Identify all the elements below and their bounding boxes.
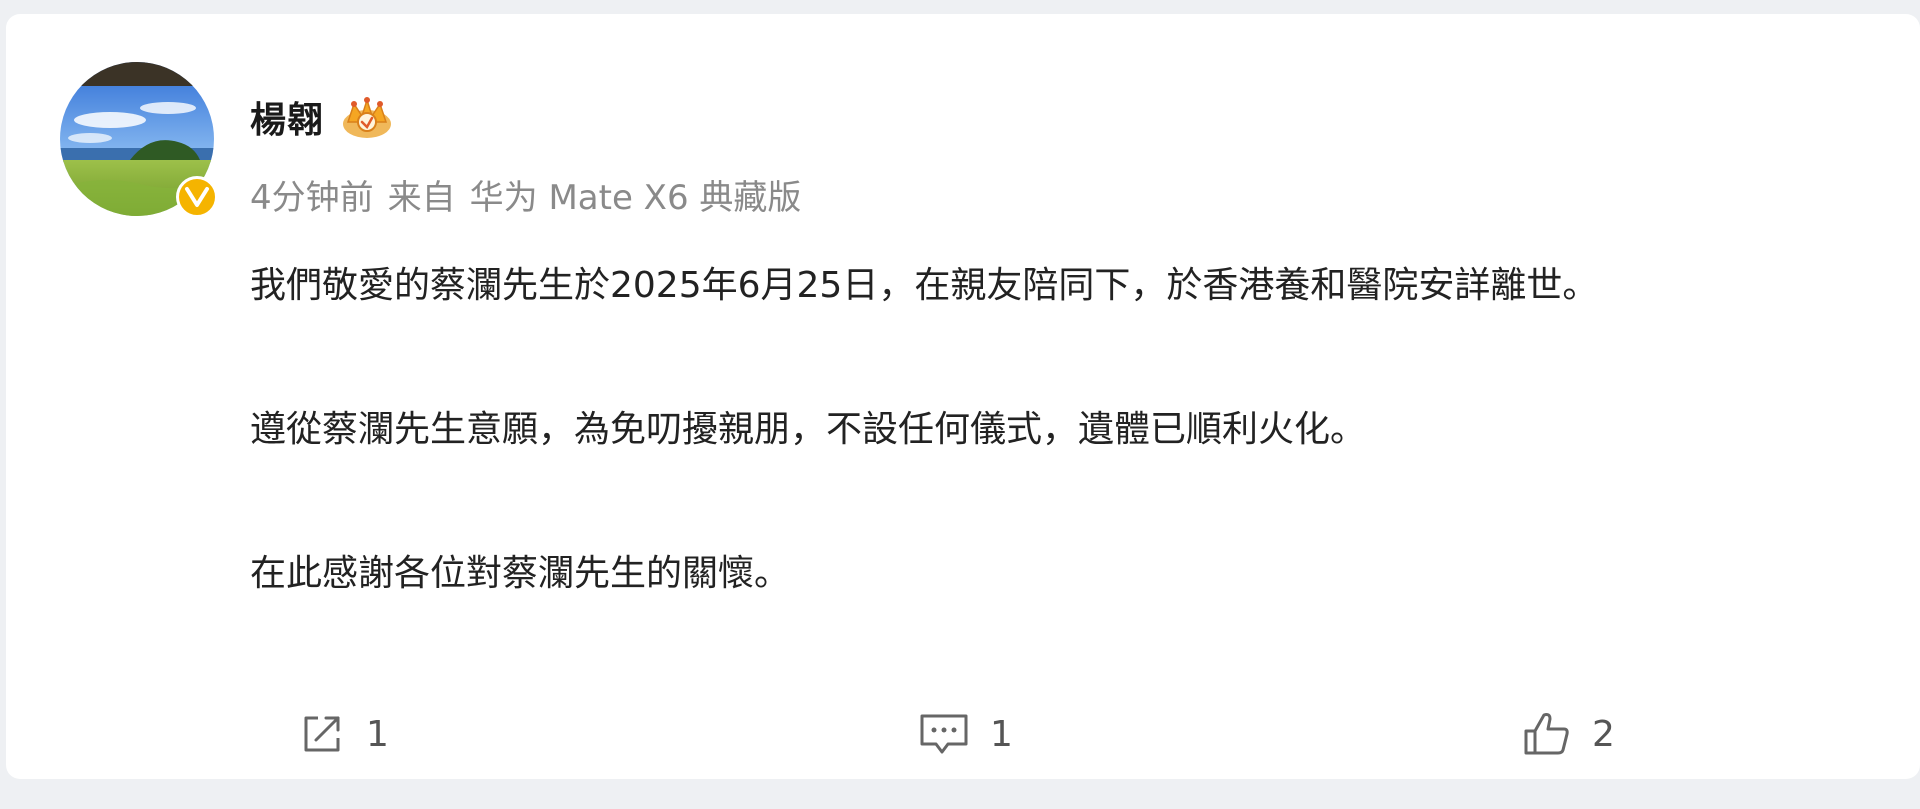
repost-button[interactable]: 1 bbox=[298, 704, 389, 764]
like-button[interactable]: 2 bbox=[1522, 704, 1615, 764]
thumbs-up-icon bbox=[1524, 713, 1569, 755]
post-content: 我們敬愛的蔡瀾先生於2025年6月25日，在親友陪同下，於香港養和醫院安詳離世。… bbox=[250, 250, 1870, 610]
content-paragraph: 我們敬愛的蔡瀾先生於2025年6月25日，在親友陪同下，於香港養和醫院安詳離世。 bbox=[250, 265, 1599, 306]
content-paragraph: 在此感謝各位對蔡瀾先生的關懷。 bbox=[250, 553, 791, 594]
content-paragraph: 遵從蔡瀾先生意願，為免叨擾親朋，不設任何儀式，遺體已順利火化。 bbox=[250, 409, 1367, 450]
repost-count: 1 bbox=[366, 713, 389, 755]
author-avatar[interactable] bbox=[60, 62, 224, 226]
source-device[interactable]: 华为 Mate X6 典藏版 bbox=[470, 170, 802, 219]
weibo-post-card: 楊翱 4分钟前 来自 华为 Mate X6 典藏版 我們敬愛的蔡瀾先生於2025… bbox=[6, 14, 1920, 779]
comment-button[interactable]: 1 bbox=[918, 704, 1013, 764]
post-actions-bar: 1 1 2 bbox=[6, 704, 1920, 764]
post-time[interactable]: 4分钟前 bbox=[250, 170, 374, 219]
verified-v-icon bbox=[185, 187, 209, 207]
verified-badge bbox=[176, 176, 218, 218]
post-meta: 4分钟前 来自 华为 Mate X6 典藏版 bbox=[250, 170, 801, 219]
comment-icon bbox=[920, 714, 968, 754]
share-icon bbox=[304, 716, 340, 752]
source-prefix: 来自 bbox=[387, 178, 456, 218]
comment-count: 1 bbox=[990, 713, 1013, 755]
author-name[interactable]: 楊翱 bbox=[250, 91, 324, 143]
author-row: 楊翱 bbox=[250, 92, 394, 142]
like-count: 2 bbox=[1592, 713, 1615, 755]
crown-badge-icon[interactable] bbox=[340, 94, 394, 140]
